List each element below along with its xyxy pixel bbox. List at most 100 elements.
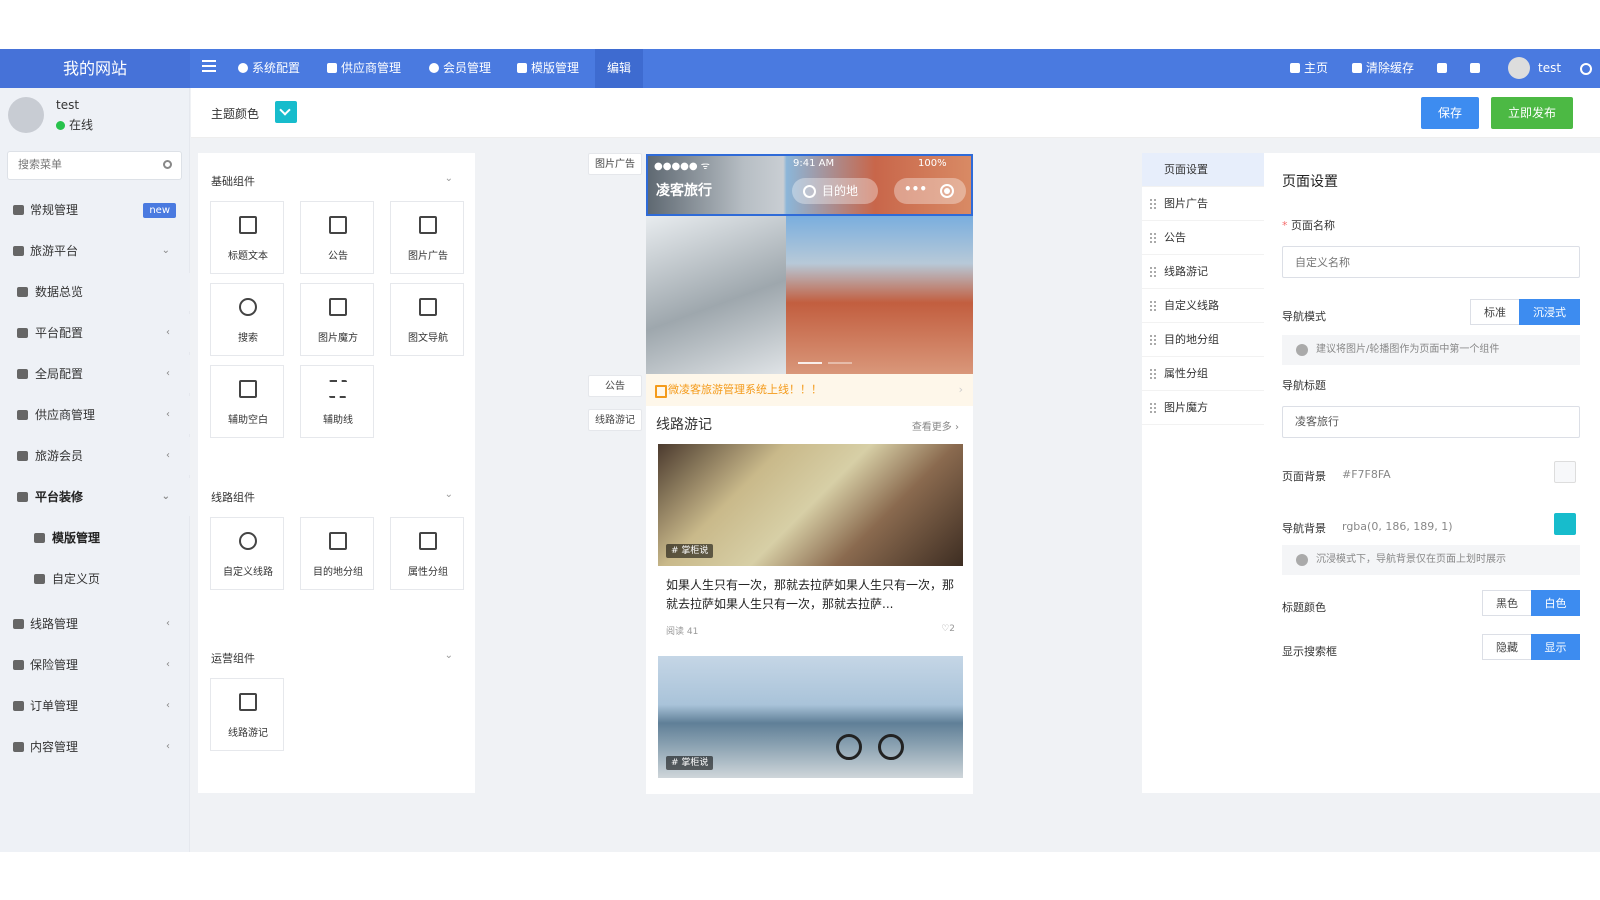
tab-custom-route[interactable]: 自定义线路	[1142, 289, 1264, 323]
nav-fullscreen[interactable]	[1470, 49, 1484, 88]
sidebar-item-routes[interactable]: 线路管理 ‹	[0, 605, 190, 643]
nav-bg-swatch[interactable]	[1554, 513, 1576, 535]
signal-icon: ●●●●● ᯤ	[654, 161, 710, 172]
title-color-white[interactable]: 白色	[1531, 590, 1580, 616]
sidebar-item-decoration[interactable]: 平台装修 ⌄	[0, 478, 190, 516]
settings-gear-icon[interactable]	[1580, 63, 1592, 75]
page-bg-swatch[interactable]	[1554, 461, 1576, 483]
view-more-link[interactable]: 查看更多 ›	[912, 418, 959, 433]
component-search[interactable]: 搜索	[210, 283, 284, 356]
publish-button[interactable]: 立即发布	[1491, 97, 1573, 129]
dashed-lines-icon	[329, 380, 347, 398]
drag-handle-icon[interactable]	[1150, 267, 1156, 277]
component-travel-notes[interactable]: 线路游记	[210, 678, 284, 751]
info-icon	[17, 369, 28, 379]
sidebar-item-insurance[interactable]: 保险管理 ‹	[0, 646, 190, 684]
sidebar-item-data-overview[interactable]: 数据总览	[0, 273, 190, 311]
grid-icon	[329, 298, 347, 316]
carousel-indicator	[798, 362, 822, 364]
sidebar-item-travel-platform[interactable]: 旅游平台 ⌄	[0, 232, 190, 270]
sidebar-item-content[interactable]: 内容管理 ‹	[0, 728, 190, 766]
tab-destination-group[interactable]: 目的地分组	[1142, 323, 1264, 357]
sidebar-item-orders[interactable]: 订单管理 ‹	[0, 687, 190, 725]
drag-handle-icon[interactable]	[1150, 301, 1156, 311]
search-show[interactable]: 显示	[1531, 634, 1580, 660]
file-icon	[13, 660, 24, 670]
sidebar-item-template-manage[interactable]: 模版管理	[0, 519, 190, 557]
nav-home[interactable]: 主页	[1290, 49, 1328, 88]
component-image-nav[interactable]: 图文导航	[390, 283, 464, 356]
nav-members[interactable]: 会员管理	[429, 49, 491, 88]
page-name-input[interactable]	[1282, 246, 1580, 278]
preview-label-image-ad[interactable]: 图片广告	[588, 153, 642, 175]
sidebar-item-general[interactable]: 常规管理 new	[0, 191, 190, 229]
gear-icon	[238, 63, 248, 73]
save-button[interactable]: 保存	[1421, 97, 1479, 129]
site-logo[interactable]: 我的网站	[0, 49, 190, 88]
phone-search-box[interactable]: 目的地	[792, 178, 878, 204]
nav-title-input[interactable]: 凌客旅行	[1282, 406, 1580, 438]
sidebar-item-custom-page[interactable]: 自定义页	[0, 560, 190, 598]
drag-handle-icon[interactable]	[1150, 199, 1156, 209]
drag-handle-icon[interactable]	[1150, 335, 1156, 345]
nav-mode-immersive[interactable]: 沉浸式	[1519, 299, 1580, 325]
component-title-text[interactable]: 标题文本	[210, 201, 284, 274]
chevron-down-icon[interactable]: ⌄	[445, 650, 453, 661]
nav-mode-standard[interactable]: 标准	[1470, 299, 1520, 325]
nav-clear-cache[interactable]: 清除缓存	[1352, 49, 1414, 88]
search-hide[interactable]: 隐藏	[1482, 634, 1532, 660]
sidebar-item-travel-members[interactable]: 旅游会员 ‹	[0, 437, 190, 475]
tab-page-settings[interactable]: 页面设置	[1142, 153, 1264, 187]
component-image-cube[interactable]: 图片魔方	[300, 283, 374, 356]
preview-label-notice[interactable]: 公告	[588, 375, 642, 397]
mountain-image	[646, 216, 786, 374]
tab-image-ad[interactable]: 图片广告	[1142, 187, 1264, 221]
editor-toolbar: 主题颜色 保存 立即发布	[191, 88, 1600, 138]
search-icon[interactable]	[163, 160, 172, 169]
component-divider[interactable]: 辅助线	[300, 365, 374, 438]
note-card[interactable]: # 掌柜说 如果人生只有一次，那就去拉萨如果人生只有一次，那就去拉萨如果人生只有…	[658, 444, 963, 646]
tab-notice[interactable]: 公告	[1142, 221, 1264, 255]
title-color-black[interactable]: 黑色	[1482, 590, 1532, 616]
chevron-left-icon: ‹	[166, 327, 170, 338]
menu-toggle-icon[interactable]	[202, 60, 216, 72]
drag-handle-icon[interactable]	[1150, 403, 1156, 413]
sidebar-item-supplier[interactable]: 供应商管理 ‹	[0, 396, 190, 434]
chevron-down-icon[interactable]: ⌄	[445, 173, 453, 184]
component-image-ad[interactable]: 图片广告	[390, 201, 464, 274]
component-destination-group[interactable]: 目的地分组	[300, 517, 374, 590]
header-avatar[interactable]	[1508, 57, 1530, 79]
sidebar-item-global-config[interactable]: 全局配置 ‹	[0, 355, 190, 393]
nav-translate[interactable]	[1437, 49, 1451, 88]
card-title: 如果人生只有一次，那就去拉萨如果人生只有一次，那就去拉萨如果人生只有一次，那就去…	[666, 578, 955, 611]
tab-travel-notes[interactable]: 线路游记	[1142, 255, 1264, 289]
tab-image-cube[interactable]: 图片魔方	[1142, 391, 1264, 425]
mini-capsule[interactable]: •••	[894, 178, 966, 204]
component-notice[interactable]: 公告	[300, 201, 374, 274]
theme-color-picker[interactable]	[275, 101, 297, 123]
notice-bar[interactable]: 微凌客旅游管理系统上线！！！ ›	[646, 374, 973, 406]
phone-nav-bar[interactable]: ●●●●● ᯤ 9:41 AM 100% 凌客旅行 目的地 •••	[646, 154, 973, 216]
note-card[interactable]: # 掌柜说	[658, 656, 963, 778]
chevron-down-icon[interactable]: ⌄	[445, 489, 453, 500]
nav-supplier[interactable]: 供应商管理	[327, 49, 401, 88]
nav-templates[interactable]: 模版管理	[517, 49, 579, 88]
compass-icon	[239, 532, 257, 550]
component-blank[interactable]: 辅助空白	[210, 365, 284, 438]
nav-system-config[interactable]: 系统配置	[238, 49, 300, 88]
nav-title: 凌客旅行	[656, 183, 712, 199]
page-bg-value: #F7F8FA	[1342, 468, 1391, 481]
component-custom-route[interactable]: 自定义线路	[210, 517, 284, 590]
drag-handle-icon[interactable]	[1150, 369, 1156, 379]
component-attribute-group[interactable]: 属性分组	[390, 517, 464, 590]
nav-edit[interactable]: 编辑	[595, 49, 644, 88]
tab-attribute-group[interactable]: 属性分组	[1142, 357, 1264, 391]
preview-label-notes[interactable]: 线路游记	[588, 409, 642, 431]
drag-handle-icon[interactable]	[1150, 233, 1156, 243]
translate-icon	[1437, 63, 1447, 73]
trash-icon	[1352, 63, 1362, 73]
menu-search-input[interactable]	[18, 158, 158, 171]
menu-search[interactable]	[7, 151, 182, 180]
sidebar-item-platform-config[interactable]: 平台配置 ‹	[0, 314, 190, 352]
nav-user[interactable]: test	[1538, 49, 1561, 88]
